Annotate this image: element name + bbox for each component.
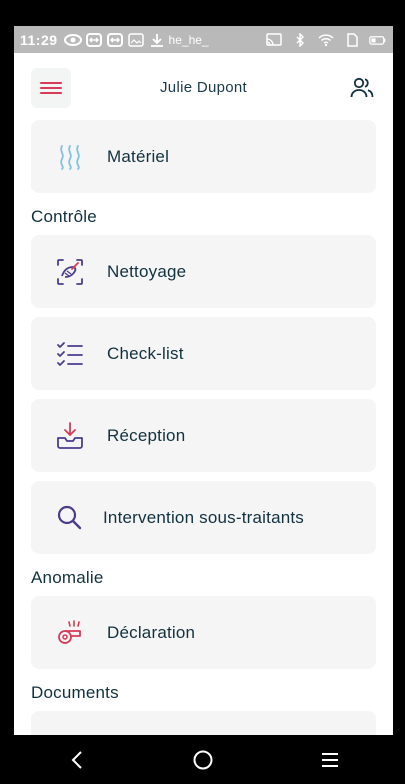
card-declaration[interactable]: Déclaration	[31, 596, 376, 669]
users-button[interactable]	[349, 75, 375, 101]
whistle-icon	[58, 620, 81, 644]
card-nettoyage[interactable]: Nettoyage	[31, 235, 376, 308]
card-intervention[interactable]: Intervention sous-traitants	[31, 481, 376, 554]
section-title-documents: Documents	[31, 683, 119, 702]
card-check-list[interactable]: Check-list	[31, 317, 376, 390]
menu-button[interactable]	[31, 68, 71, 108]
card-label-reception: Réception	[107, 425, 186, 445]
nav-recents-button[interactable]	[310, 740, 350, 780]
recents-menu-icon	[321, 752, 338, 767]
remote-control-icon	[85, 32, 102, 47]
bluetooth-icon	[296, 32, 304, 47]
heat-waves-icon	[60, 145, 80, 170]
battery-icon	[369, 35, 386, 45]
section-title-anomalie: Anomalie	[31, 568, 104, 587]
card-label-nettoyage: Nettoyage	[107, 261, 187, 281]
card-label-check-list: Check-list	[107, 343, 184, 363]
app-screen: 11:29 he_he_ Julie Dupont Matériel Contr…	[14, 26, 393, 735]
status-icons-right	[265, 32, 387, 47]
sim-card-icon	[347, 32, 358, 47]
search-icon	[57, 505, 82, 530]
cleaning-icon	[57, 259, 83, 285]
card-label-intervention: Intervention sous-traitants	[103, 507, 304, 527]
status-icons-left: he_he_	[63, 32, 209, 47]
inbox-download-icon	[57, 422, 83, 449]
app-header: Julie Dupont	[14, 53, 393, 123]
card-label-declaration: Déclaration	[107, 622, 196, 642]
nav-back-button[interactable]	[57, 740, 97, 780]
card-label-materiel: Matériel	[107, 146, 170, 166]
download-icon	[150, 33, 163, 47]
cast-icon	[266, 32, 282, 46]
card-reception[interactable]: Réception	[31, 399, 376, 472]
hamburger-menu-icon	[40, 82, 62, 94]
image-icon	[127, 32, 144, 47]
home-circle-icon	[193, 750, 213, 769]
nav-home-button[interactable]	[183, 740, 223, 780]
status-extra-text: he_he_	[168, 32, 209, 47]
wifi-icon	[318, 33, 334, 46]
users-icon	[350, 77, 374, 98]
menu-content: Matériel Contrôle Nettoyage Check-list R…	[31, 120, 376, 735]
card-materiel[interactable]: Matériel	[31, 120, 376, 193]
back-chevron-icon	[71, 750, 82, 769]
section-title-controle: Contrôle	[31, 207, 97, 226]
remote-control-icon-2	[106, 32, 123, 47]
checklist-icon	[57, 342, 83, 366]
eye-icon	[63, 33, 82, 46]
status-bar: 11:29 he_he_	[14, 26, 393, 53]
status-time: 11:29	[20, 31, 58, 48]
card-documents-partial[interactable]	[31, 711, 376, 735]
android-nav-bar	[14, 735, 393, 784]
